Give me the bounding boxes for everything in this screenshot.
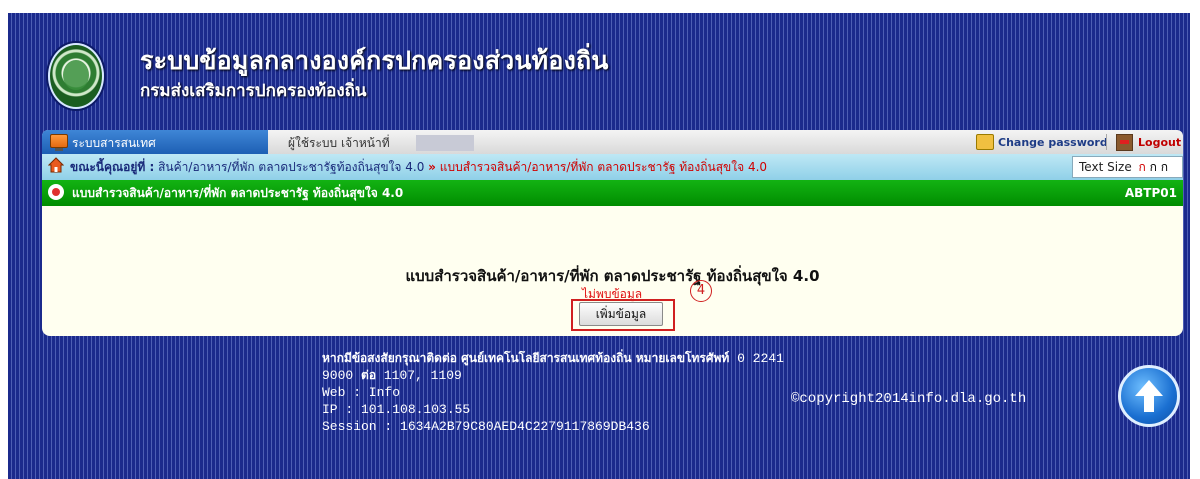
tab-information-system[interactable]: ระบบสารสนเทศ <box>42 130 268 154</box>
breadcrumb-path: ขณะนี้คุณอยู่ที่ : สินค้า/อาหาร/ที่พัก ต… <box>70 154 767 180</box>
copyright: ©copyright2014info.dla.go.th <box>791 391 1027 407</box>
dla-seal-logo <box>48 43 104 109</box>
phone-part2: 9000 <box>322 368 354 383</box>
ext-label: ต่อ <box>361 368 377 382</box>
annotation-marker: 4 <box>690 280 712 302</box>
change-password-link[interactable]: Change password <box>976 130 1108 154</box>
monitor-icon <box>50 134 68 151</box>
breadcrumb-current: แบบสำรวจสินค้า/อาหาร/ที่พัก ตลาดประชารัฐ… <box>439 160 768 174</box>
text-size-medium[interactable]: ก <box>1150 160 1157 174</box>
user-name-redacted <box>416 135 474 151</box>
red-dot-icon <box>48 184 64 200</box>
text-size-large[interactable]: ก <box>1161 160 1168 174</box>
text-size-control: Text Size ก ก ก <box>1072 156 1183 178</box>
breadcrumb-parent[interactable]: สินค้า/อาหาร/ที่พัก ตลาดประชารัฐท้องถิ่น… <box>158 160 424 174</box>
section-code: ABTP01 <box>1124 186 1177 200</box>
ext-numbers: 1107, 1109 <box>383 368 462 383</box>
session-line: Session : 1634A2B79C80AED4C2279117869DB4… <box>322 419 650 434</box>
logout-link[interactable]: Logout <box>1116 130 1181 154</box>
contact-text: หากมีข้อสงสัยกรุณาติดต่อ ศูนย์เทคโนโลยีส… <box>322 351 730 365</box>
phone-part1: 0 2241 <box>737 351 784 366</box>
text-size-label: Text Size <box>1079 160 1132 174</box>
home-icon[interactable] <box>48 157 64 173</box>
key-icon <box>976 134 994 150</box>
add-data-button[interactable]: เพิ่มข้อมูล <box>579 302 663 326</box>
site-title: ระบบข้อมูลกลางองค์กรปกครองส่วนท้องถิ่น <box>140 46 609 75</box>
text-size-small[interactable]: ก <box>1139 160 1146 174</box>
exit-door-icon <box>1116 134 1133 151</box>
divider <box>1106 134 1107 150</box>
site-subtitle: กรมส่งเสริมการปกครองท้องถิ่น <box>140 81 367 101</box>
tab-bar: ระบบสารสนเทศ ผู้ใช้ระบบ เจ้าหน้าที่ Chan… <box>42 130 1183 154</box>
phone-line: 9000 ต่อ 1107, 1109 <box>322 367 1022 384</box>
page-frame: ระบบข้อมูลกลางองค์กรปกครองส่วนท้องถิ่น ก… <box>8 13 1190 479</box>
content-panel: แบบสำรวจสินค้า/อาหาร/ที่พัก ตลาดประชารัฐ… <box>42 206 1183 336</box>
change-password-label: Change password <box>998 136 1108 149</box>
logout-label: Logout <box>1138 136 1182 149</box>
header: ระบบข้อมูลกลางองค์กรปกครองส่วนท้องถิ่น ก… <box>8 13 1190 128</box>
scroll-top-button[interactable] <box>1118 365 1180 427</box>
user-info: ผู้ใช้ระบบ เจ้าหน้าที่ <box>288 136 390 150</box>
breadcrumb: ขณะนี้คุณอยู่ที่ : สินค้า/อาหาร/ที่พัก ต… <box>42 154 1183 181</box>
section-title: แบบสำรวจสินค้า/อาหาร/ที่พัก ตลาดประชารัฐ… <box>72 186 404 200</box>
arrow-up-icon <box>1135 380 1163 412</box>
breadcrumb-separator: » <box>428 160 436 174</box>
tab-label: ระบบสารสนเทศ <box>72 136 156 150</box>
contact-line: หากมีข้อสงสัยกรุณาติดต่อ ศูนย์เทคโนโลยีส… <box>322 350 1022 367</box>
section-header: แบบสำรวจสินค้า/อาหาร/ที่พัก ตลาดประชารัฐ… <box>42 180 1183 206</box>
breadcrumb-label: ขณะนี้คุณอยู่ที่ : <box>70 160 155 174</box>
